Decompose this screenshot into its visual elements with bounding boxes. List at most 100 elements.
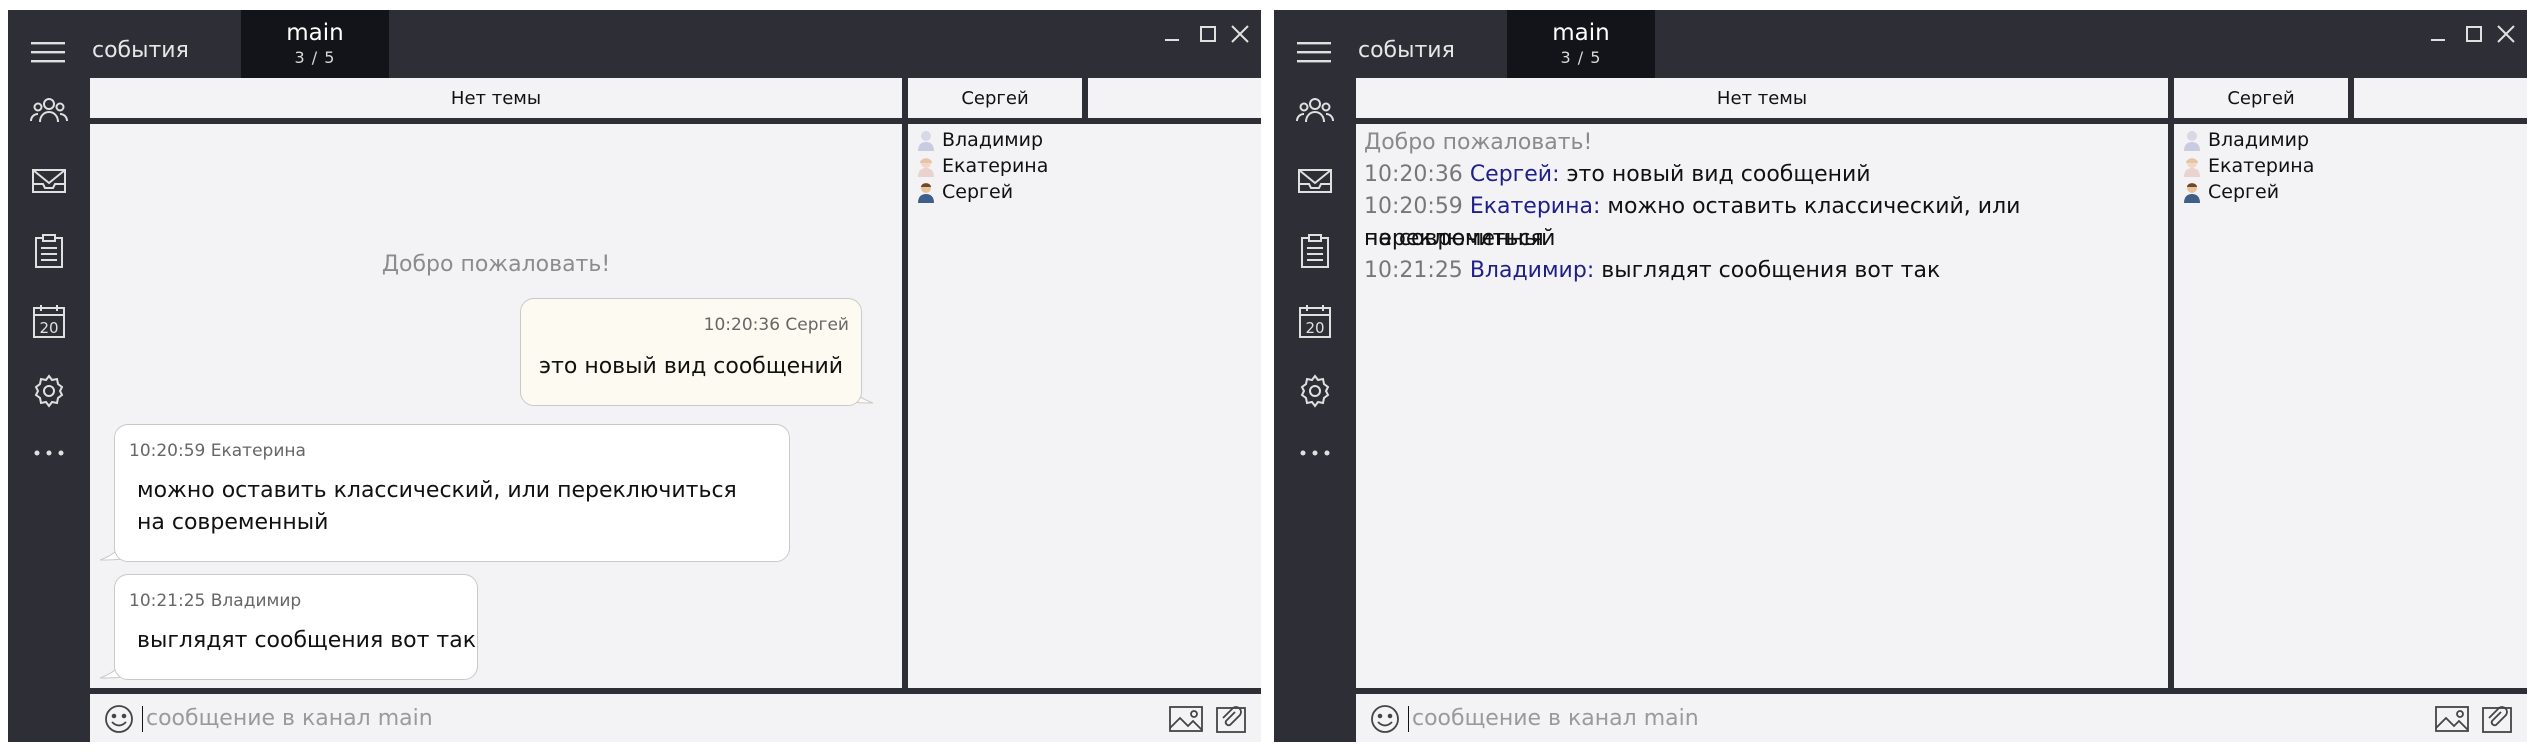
chat-window-modern: события main 3 / 5 20 Нет темы Сергей До… <box>8 10 1261 742</box>
hamburger-menu-button[interactable] <box>20 28 76 76</box>
mail-icon <box>1298 169 1332 193</box>
current-user-header[interactable]: Сергей <box>2174 78 2348 118</box>
avatar <box>2182 155 2202 177</box>
message-line[interactable]: 10:21:25 Владимир: выглядят сообщения во… <box>1364 255 1940 287</box>
clipboard-icon <box>35 234 63 268</box>
channel-topic: Нет темы <box>1356 78 2168 118</box>
message-author[interactable]: Сергей: <box>1470 162 1560 187</box>
maximize-button[interactable] <box>1190 14 1226 54</box>
user-name: Сергей <box>2208 181 2280 203</box>
user-list: Владимир Екатерина Сергей <box>908 124 1261 688</box>
image-icon[interactable] <box>1169 706 1203 732</box>
settings-button[interactable] <box>1292 368 1338 414</box>
avatar <box>916 181 936 203</box>
user-name: Владимир <box>2208 129 2310 151</box>
calendar-button[interactable]: 20 <box>26 298 72 344</box>
welcome-message: Добро пожаловать! <box>381 252 611 277</box>
tab-events[interactable]: события <box>1358 24 1455 76</box>
close-button[interactable] <box>2488 14 2524 54</box>
hamburger-menu-button[interactable] <box>1286 28 1342 76</box>
emoji-icon[interactable] <box>104 704 134 734</box>
attachment-icon[interactable] <box>2481 704 2513 734</box>
message-text: это новый вид сообщений <box>1559 162 1871 187</box>
tab-main[interactable]: main 3 / 5 <box>241 10 389 78</box>
user-list-item[interactable]: Владимир <box>916 127 1043 153</box>
chat-window-classic: события main 3 / 5 20 Нет темы Сергей До… <box>1274 10 2527 742</box>
clipboard-icon <box>1301 234 1329 268</box>
message-author[interactable]: Екатерина: <box>1470 194 1601 219</box>
text-caret <box>1408 706 1409 732</box>
tab-events[interactable]: события <box>92 24 189 76</box>
gear-icon <box>1300 374 1330 408</box>
tab-main-counter: 3 / 5 <box>1560 48 1602 67</box>
user-name: Сергей <box>942 181 1014 203</box>
message-text: выглядят сообщения вот так <box>1594 258 1941 283</box>
user-list-item[interactable]: Сергей <box>916 179 1013 205</box>
message-author[interactable]: Владимир: <box>1470 258 1594 283</box>
settings-button[interactable] <box>26 368 72 414</box>
user-name: Владимир <box>942 129 1044 151</box>
minimize-icon <box>1165 39 1179 41</box>
mail-button[interactable] <box>1292 158 1338 204</box>
tasks-button[interactable] <box>26 228 72 274</box>
tab-main[interactable]: main 3 / 5 <box>1507 10 1655 78</box>
message-time: 10:20:36 <box>1364 162 1463 187</box>
channel-topic: Нет темы <box>90 78 902 118</box>
gear-icon <box>34 374 64 408</box>
message-text: это новый вид сообщений <box>539 354 844 379</box>
message-list[interactable]: Добро пожаловать! 10:20:36 Сергей это но… <box>90 124 902 688</box>
avatar <box>916 155 936 177</box>
contacts-button[interactable] <box>26 88 72 134</box>
user-list-item[interactable]: Владимир <box>2182 127 2309 153</box>
more-icon <box>34 450 64 456</box>
user-list-item[interactable]: Сергей <box>2182 179 2279 205</box>
message-composer <box>90 694 1261 742</box>
mail-button[interactable] <box>26 158 72 204</box>
current-user-header[interactable]: Сергей <box>908 78 1082 118</box>
avatar <box>2182 181 2202 203</box>
maximize-icon <box>2466 26 2482 42</box>
maximize-button[interactable] <box>2456 14 2492 54</box>
attachment-icon[interactable] <box>1215 704 1247 734</box>
message-meta: 10:20:59 Екатерина <box>129 441 306 461</box>
user-name: Екатерина <box>2208 155 2315 177</box>
maximize-icon <box>1200 26 1216 42</box>
minimize-button[interactable] <box>1154 14 1190 54</box>
calendar-button[interactable]: 20 <box>1292 298 1338 344</box>
message-time: 10:21:25 <box>1364 258 1463 283</box>
user-list-item[interactable]: Екатерина <box>2182 153 2314 179</box>
message-line[interactable]: 10:20:36 Сергей: это новый вид сообщений <box>1364 159 1871 191</box>
tab-main-counter: 3 / 5 <box>294 48 336 67</box>
welcome-message: Добро пожаловать! <box>1364 130 1593 155</box>
message-bubble-own[interactable]: 10:20:36 Сергей это новый вид сообщений <box>520 298 862 406</box>
user-list-item[interactable]: Екатерина <box>916 153 1048 179</box>
message-meta: 10:20:36 Сергей <box>703 315 849 335</box>
more-button[interactable] <box>26 430 72 476</box>
more-button[interactable] <box>1292 430 1338 476</box>
emoji-icon[interactable] <box>1370 704 1400 734</box>
message-list-classic[interactable]: Добро пожаловать! 10:20:36 Сергей: это н… <box>1356 124 2168 688</box>
message-input[interactable] <box>1412 702 1992 734</box>
message-line-continuation: на современный <box>1364 226 1556 251</box>
contacts-button[interactable] <box>1292 88 1338 134</box>
calendar-day: 20 <box>1305 319 1324 337</box>
avatar <box>916 129 936 151</box>
message-composer <box>1356 694 2527 742</box>
message-bubble[interactable]: 10:21:25 Владимир выглядят сообщения вот… <box>114 574 478 680</box>
users-group-icon <box>1296 98 1334 123</box>
minimize-button[interactable] <box>2420 14 2456 54</box>
message-meta: 10:21:25 Владимир <box>129 591 302 611</box>
user-header-blank <box>2354 78 2527 118</box>
message-time: 10:20:59 <box>1364 194 1463 219</box>
message-text: выглядят сообщения вот так <box>137 628 477 653</box>
message-input[interactable] <box>146 702 726 734</box>
image-icon[interactable] <box>2435 706 2469 732</box>
tasks-button[interactable] <box>1292 228 1338 274</box>
calendar-icon: 20 <box>33 305 65 338</box>
close-icon <box>1231 25 1249 43</box>
mail-icon <box>32 169 66 193</box>
close-button[interactable] <box>1222 14 1258 54</box>
minimize-icon <box>2431 39 2445 41</box>
user-header-blank <box>1088 78 1261 118</box>
message-bubble[interactable]: 10:20:59 Екатерина можно оставить класси… <box>114 424 790 562</box>
